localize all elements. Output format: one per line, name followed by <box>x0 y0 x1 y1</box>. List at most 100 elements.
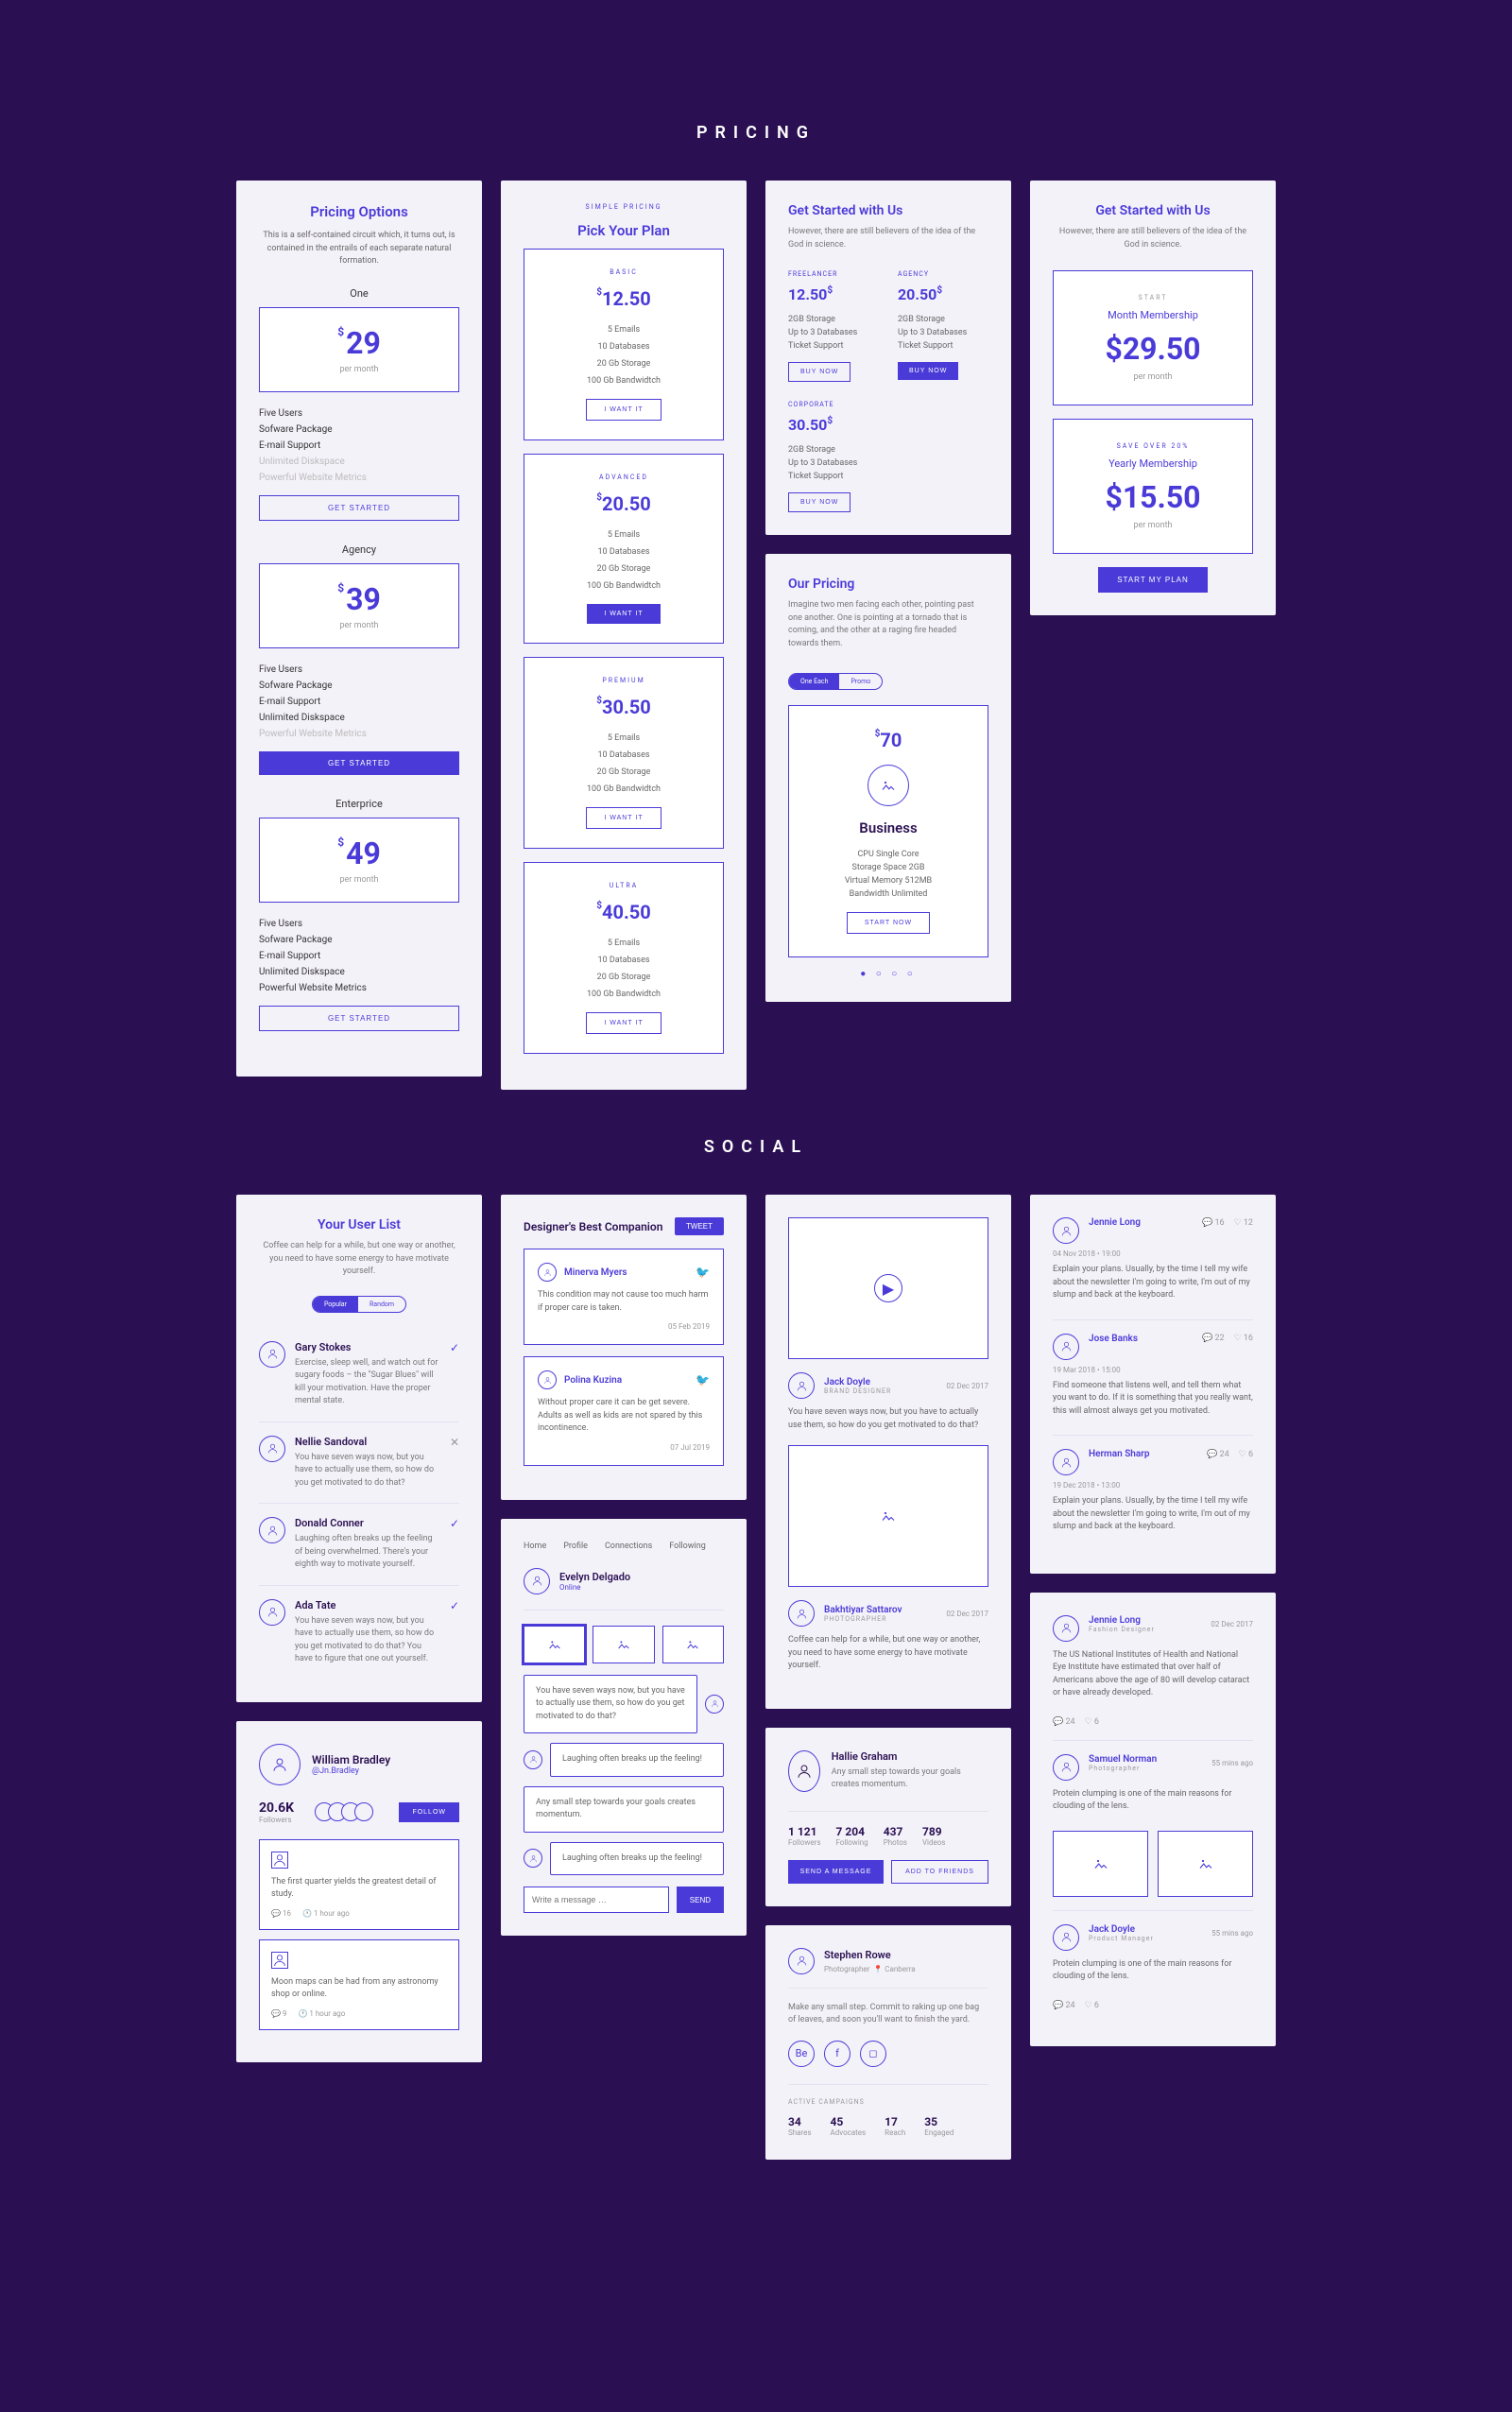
avatar <box>259 1341 285 1368</box>
instagram-icon[interactable]: ◻ <box>860 2041 886 2067</box>
add-friends-button[interactable]: ADD TO FRIENDS <box>891 1860 988 1884</box>
chat-card: HomeProfileConnectionsFollowing Evelyn D… <box>501 1519 747 1937</box>
check-icon[interactable]: ✓ <box>450 1517 459 1530</box>
tweets-card: Designer's Best CompanionTWEET Minerva M… <box>501 1195 747 1500</box>
stephen-card: Stephen RowePhotographer 📍 Canberra Make… <box>765 1925 1011 2160</box>
p2-eyebrow: SIMPLE PRICING <box>524 203 724 211</box>
follow-button[interactable]: FOLLOW <box>399 1802 459 1822</box>
person-icon <box>271 1952 288 1969</box>
get-started-button[interactable]: GET STARTED <box>259 1006 459 1031</box>
follower-avatars <box>320 1802 373 1821</box>
heart-icon[interactable]: ♡ 6 <box>1085 2001 1099 2010</box>
avatar <box>788 1600 815 1627</box>
i-want-it-button[interactable]: I WANT IT <box>586 399 661 421</box>
comment-icon: 💬 9 <box>271 2009 286 2018</box>
person-icon <box>271 1852 288 1869</box>
start-my-plan-button[interactable]: START MY PLAN <box>1098 567 1208 593</box>
comment-icon[interactable]: 💬 16 <box>1202 1218 1225 1228</box>
heart-icon[interactable]: ♡ 6 <box>1085 1717 1099 1727</box>
image-thumb[interactable] <box>1158 1831 1253 1897</box>
avatar <box>538 1370 557 1389</box>
send-button[interactable]: SEND <box>677 1887 724 1913</box>
avatar <box>259 1599 285 1626</box>
tweet-button[interactable]: TWEET <box>675 1217 724 1235</box>
hallie-card: Hallie GrahamAny small step towards your… <box>765 1728 1011 1906</box>
nav-tab[interactable]: Home <box>524 1542 546 1551</box>
check-icon[interactable]: ✓ <box>450 1599 459 1612</box>
p4-sub: Imagine two men facing each other, point… <box>788 599 988 650</box>
s1-title: Your User List <box>259 1217 459 1232</box>
image-thumb[interactable] <box>1053 1831 1148 1897</box>
avatar <box>1053 1754 1079 1781</box>
i-want-it-button[interactable]: I WANT IT <box>587 604 660 624</box>
avatar <box>1053 1615 1079 1642</box>
check-icon[interactable]: ✓ <box>450 1341 459 1354</box>
user-toggle[interactable]: PopularRandom <box>312 1296 406 1313</box>
comment-icon[interactable]: 💬 22 <box>1202 1334 1225 1343</box>
p3-title: Get Started with Us <box>788 203 988 218</box>
section-title-social: SOCIAL <box>0 1137 1512 1157</box>
our-pricing-card: Our Pricing Imagine two men facing each … <box>765 554 1011 1002</box>
section-title-pricing: PRICING <box>0 123 1512 143</box>
heart-icon[interactable]: ♡ 16 <box>1234 1334 1253 1343</box>
comments-card-1: Jennie Long💬 16♡ 1204 Nov 2018 • 19:00Ex… <box>1030 1195 1276 1574</box>
avatar <box>524 1750 542 1769</box>
heart-icon[interactable]: ♡ 12 <box>1234 1218 1253 1228</box>
p1-title: Pricing Options <box>259 203 459 220</box>
get-started-button[interactable]: GET STARTED <box>259 751 459 775</box>
thumbnail[interactable] <box>524 1626 585 1663</box>
avatar <box>524 1849 542 1868</box>
start-now-button[interactable]: START NOW <box>847 912 930 934</box>
close-icon[interactable]: ✕ <box>450 1436 459 1449</box>
p4-title: Our Pricing <box>788 577 988 592</box>
twitter-icon: 🐦 <box>696 1266 710 1279</box>
pricing-toggle[interactable]: One EachPromo <box>788 673 883 690</box>
avatar <box>538 1263 557 1282</box>
nav-tab[interactable]: Profile <box>563 1542 588 1551</box>
heart-icon[interactable]: ♡ 6 <box>1239 1450 1253 1459</box>
clock-icon: 🕐 1 hour ago <box>302 1909 350 1918</box>
buy-now-button[interactable]: BUY NOW <box>898 362 958 380</box>
comment-icon[interactable]: 💬 24 <box>1053 1717 1075 1727</box>
i-want-it-button[interactable]: I WANT IT <box>586 1012 661 1034</box>
facebook-icon[interactable]: f <box>824 2041 850 2067</box>
media-video[interactable]: ▶ <box>788 1217 988 1359</box>
comment-icon[interactable]: 💬 24 <box>1207 1450 1229 1459</box>
avatar <box>788 1372 815 1399</box>
avatar <box>1053 1334 1079 1360</box>
p3-sub: However, there are still believers of th… <box>788 226 988 251</box>
behance-icon[interactable]: Be <box>788 2041 815 2067</box>
avatar <box>1053 1449 1079 1475</box>
twitter-icon: 🐦 <box>696 1373 710 1387</box>
send-message-button[interactable]: SEND A MESSAGE <box>788 1860 884 1884</box>
thumbnail[interactable] <box>593 1626 654 1663</box>
p5-title: Get Started with Us <box>1053 203 1253 218</box>
avatar <box>788 1750 820 1792</box>
user-list-card: Your User List Coffee can help for a whi… <box>236 1195 482 1702</box>
message-input[interactable] <box>524 1887 669 1913</box>
comment-icon[interactable]: 💬 24 <box>1053 2001 1075 2010</box>
biz-name: Business <box>812 819 965 836</box>
membership-card: Get Started with Us However, there are s… <box>1030 181 1276 615</box>
pick-plan-card: SIMPLE PRICING Pick Your Plan BASIC$12.5… <box>501 181 747 1090</box>
buy-now-button[interactable]: BUY NOW <box>788 492 850 512</box>
media-image[interactable] <box>788 1445 988 1587</box>
avatar <box>788 1948 815 1974</box>
thumbnail[interactable] <box>662 1626 724 1663</box>
avatar <box>259 1744 301 1785</box>
clock-icon: 🕐 1 hour ago <box>298 2009 345 2018</box>
image-icon <box>868 765 909 806</box>
get-started-button[interactable]: GET STARTED <box>259 495 459 521</box>
avatar <box>1053 1924 1079 1951</box>
nav-tab[interactable]: Connections <box>605 1542 652 1551</box>
avatar <box>705 1695 724 1714</box>
i-want-it-button[interactable]: I WANT IT <box>586 807 661 829</box>
carousel-dots[interactable]: ● ○ ○ ○ <box>788 969 988 979</box>
comments-card-2: Jennie LongFashion Designer02 Dec 2017Th… <box>1030 1593 1276 2046</box>
avatar <box>524 1568 550 1594</box>
bradley-card: William Bradley@Jn.Bradley 20.6KFollower… <box>236 1721 482 2062</box>
avatar <box>259 1517 285 1543</box>
nav-tab[interactable]: Following <box>669 1542 706 1551</box>
buy-now-button[interactable]: BUY NOW <box>788 362 850 382</box>
pricing-options-card: Pricing Options This is a self-contained… <box>236 181 482 1077</box>
